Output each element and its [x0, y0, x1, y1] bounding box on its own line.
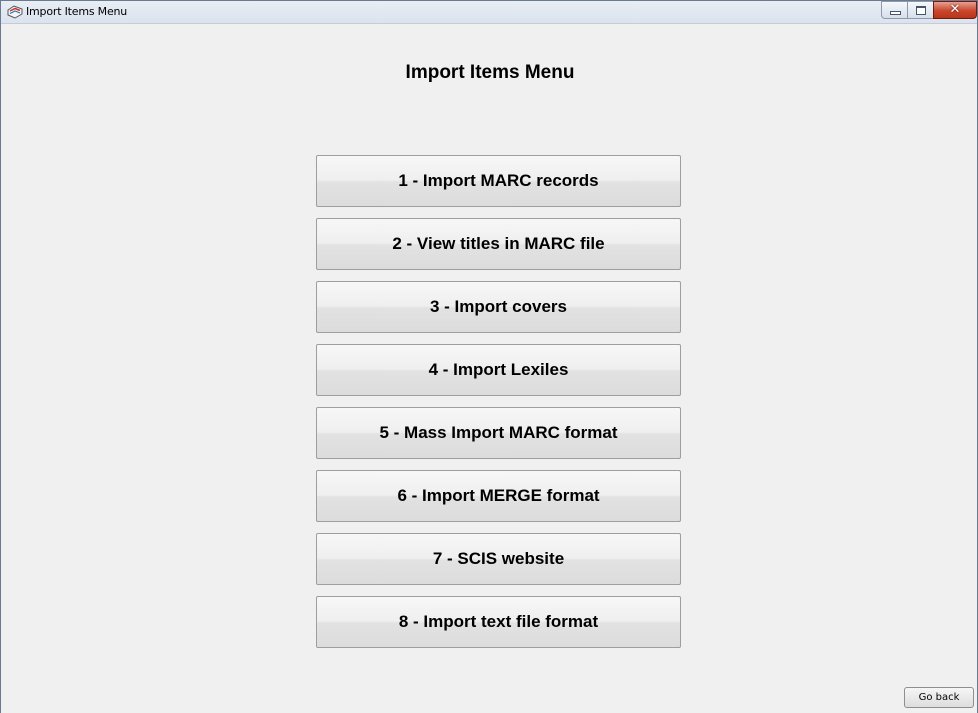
import-menu: 1 - Import MARC records 2 - View titles … — [316, 155, 681, 659]
import-merge-button[interactable]: 6 - Import MERGE format — [316, 470, 681, 522]
minimize-button[interactable] — [881, 1, 907, 19]
mass-import-marc-button[interactable]: 5 - Mass Import MARC format — [316, 407, 681, 459]
application-icon — [7, 5, 23, 19]
go-back-button[interactable]: Go back — [904, 687, 974, 708]
maximize-icon — [916, 6, 926, 15]
close-icon: ✕ — [949, 2, 961, 17]
window-title: Import Items Menu — [26, 5, 128, 18]
app-window: Import Items Menu ✕ Import Items Menu 1 … — [0, 0, 978, 713]
page-title: Import Items Menu — [405, 62, 575, 83]
minimize-icon — [890, 11, 901, 15]
import-text-file-button[interactable]: 8 - Import text file format — [316, 596, 681, 648]
import-marc-records-button[interactable]: 1 - Import MARC records — [316, 155, 681, 207]
import-covers-button[interactable]: 3 - Import covers — [316, 281, 681, 333]
scis-website-button[interactable]: 7 - SCIS website — [316, 533, 681, 585]
title-bar[interactable]: Import Items Menu ✕ — [1, 1, 977, 24]
import-lexiles-button[interactable]: 4 - Import Lexiles — [316, 344, 681, 396]
close-button[interactable]: ✕ — [933, 1, 977, 19]
maximize-button[interactable] — [907, 1, 933, 19]
window-controls: ✕ — [881, 1, 977, 21]
view-marc-titles-button[interactable]: 2 - View titles in MARC file — [316, 218, 681, 270]
